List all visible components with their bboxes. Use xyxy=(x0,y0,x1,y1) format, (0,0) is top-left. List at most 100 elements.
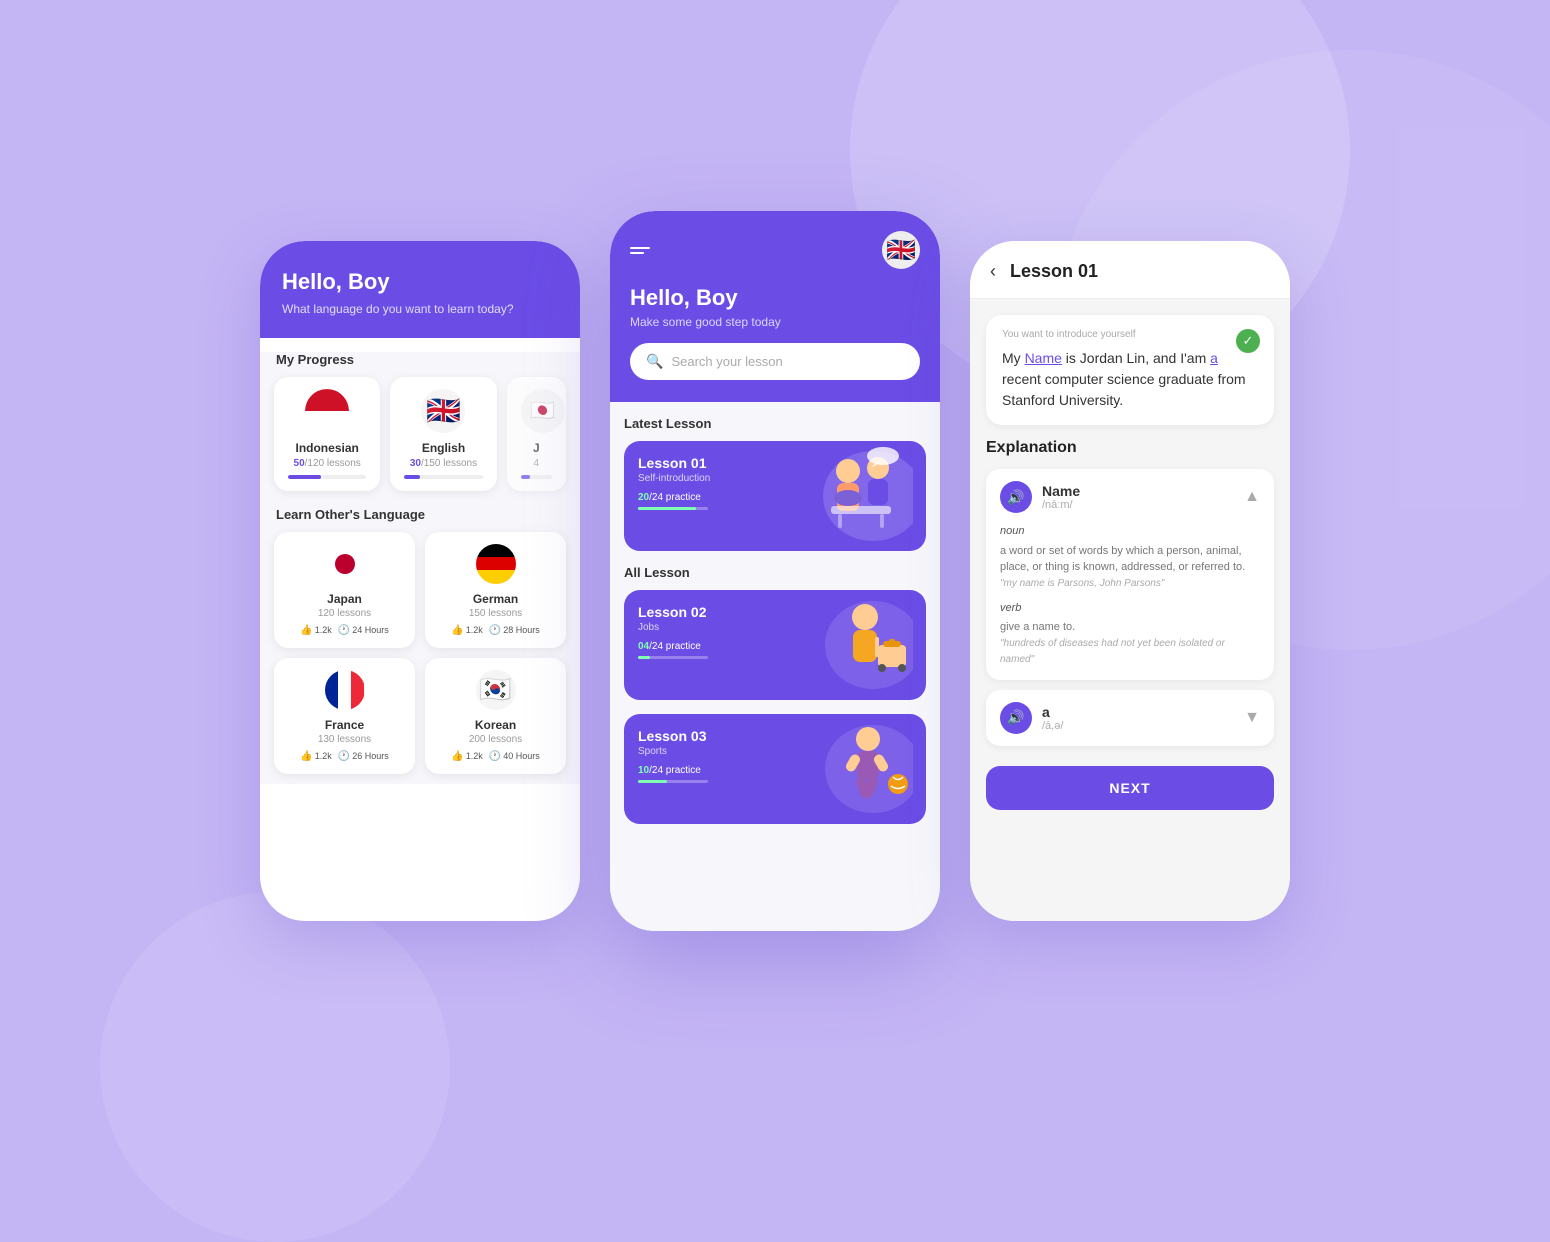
p3-word-name-underline: Name xyxy=(1025,350,1062,366)
p2-lesson1-title: Lesson 01 xyxy=(638,455,710,471)
p3-a-chevron-down[interactable]: ▼ xyxy=(1244,709,1260,727)
p3-word-a-phonetic: /ā,ə/ xyxy=(1042,720,1063,732)
p2-greeting: Hello, Boy xyxy=(630,285,920,311)
p1-partial-flag: 🇯🇵 xyxy=(521,389,565,433)
p2-lesson2-info: Lesson 02 Jobs 04/24 practice xyxy=(638,604,708,659)
p3-speaker-name-icon[interactable]: 🔊 xyxy=(1000,481,1032,513)
bg-decoration-2 xyxy=(100,892,450,1242)
like-icon: 👍 xyxy=(300,625,312,636)
search-icon: 🔍 xyxy=(646,353,663,370)
p1-france-hours: 🕐 26 Hours xyxy=(338,751,389,762)
p1-korean-likes: 👍 1.2k xyxy=(451,751,482,762)
p1-partial-name: J xyxy=(521,441,552,455)
menu-line-1 xyxy=(630,247,650,249)
p1-indonesia-name: Indonesian xyxy=(288,441,366,455)
p3-speaker-a-icon[interactable]: 🔊 xyxy=(1000,702,1032,734)
p1-english-card[interactable]: 🇬🇧 English 30/150 lessons xyxy=(390,377,496,491)
p2-lesson2-title: Lesson 02 xyxy=(638,604,708,620)
p3-word-a-title: a xyxy=(1042,704,1063,720)
p3-word-name-header: 🔊 Name /nāːm/ ▲ xyxy=(1000,481,1260,513)
p2-lesson2-practice: 04/24 practice xyxy=(638,641,708,652)
p1-body: My Progress Indonesian 50/120 lessons xyxy=(260,352,580,784)
p3-sentence-card: You want to introduce yourself My Name i… xyxy=(986,315,1274,425)
p1-uk-flag: 🇬🇧 xyxy=(421,389,465,433)
p3-next-button[interactable]: NEXT xyxy=(986,766,1274,810)
p2-search-bar[interactable]: 🔍 Search your lesson xyxy=(630,343,920,380)
p3-body: ‹ Lesson 01 You want to introduce yourse… xyxy=(970,241,1290,921)
p1-japan-flag xyxy=(325,544,365,584)
phone-3: ‹ Lesson 01 You want to introduce yourse… xyxy=(970,241,1290,921)
speaker-icon-2: 🔊 xyxy=(1007,709,1024,726)
lesson2-svg xyxy=(793,595,913,695)
p2-lesson2-illustration xyxy=(788,590,918,700)
hamburger-icon[interactable] xyxy=(630,247,650,254)
clock-icon-3: 🕐 xyxy=(338,751,350,762)
p1-japan-likes: 👍 1.2k xyxy=(300,625,331,636)
p2-lesson1-progress xyxy=(638,507,708,510)
p1-japan-meta: 👍 1.2k 🕐 24 Hours xyxy=(286,625,403,636)
p3-word-name-title: Name xyxy=(1042,483,1080,499)
p1-german-card[interactable]: German 150 lessons 👍 1.2k 🕐 28 Hours xyxy=(425,532,566,648)
p2-all-title: All Lesson xyxy=(624,565,926,580)
p1-partial-card: 🇯🇵 J 4 xyxy=(507,377,566,491)
p2-lesson1-info: Lesson 01 Self-introduction 20/24 practi… xyxy=(638,455,710,510)
p1-france-lessons: 130 lessons xyxy=(286,734,403,745)
p3-back-button[interactable]: ‹ xyxy=(990,261,996,282)
p2-lesson1-fill xyxy=(638,507,696,510)
p2-lesson3-card[interactable]: Lesson 03 Sports 10/24 practice xyxy=(624,714,926,824)
p2-latest-title: Latest Lesson xyxy=(624,416,926,431)
p3-word-a-card[interactable]: 🔊 a /ā,ə/ ▼ xyxy=(986,690,1274,746)
clock-icon: 🕐 xyxy=(338,625,350,636)
p3-example-verb: "hundreds of diseases had not yet been i… xyxy=(1000,636,1260,668)
p2-lesson3-subtitle: Sports xyxy=(638,746,708,757)
p3-explanation-title: Explanation xyxy=(986,439,1274,457)
p3-pos-verb: verb xyxy=(1000,600,1260,618)
p2-lesson3-progress xyxy=(638,780,708,783)
p2-lesson2-card[interactable]: Lesson 02 Jobs 04/24 practice xyxy=(624,590,926,700)
menu-line-2 xyxy=(630,252,644,254)
p3-check-icon: ✓ xyxy=(1236,329,1260,353)
p1-greeting: Hello, Boy xyxy=(282,269,558,295)
p3-word-a-info: a /ā,ə/ xyxy=(1042,704,1063,732)
p1-english-progress-bar xyxy=(404,475,482,479)
p1-japan-card[interactable]: Japan 120 lessons 👍 1.2k 🕐 24 Hours xyxy=(274,532,415,648)
p1-france-name: France xyxy=(286,718,403,732)
p2-lesson1-practice: 20/24 practice xyxy=(638,492,710,503)
p1-english-progress-fill xyxy=(404,475,420,479)
p3-word-name-definition: noun a word or set of words by which a p… xyxy=(1000,523,1260,668)
phone-2: 🇬🇧 Hello, Boy Make some good step today … xyxy=(610,211,940,931)
p2-body: Latest Lesson Lesson 01 Self-introductio… xyxy=(610,402,940,931)
p1-france-likes: 👍 1.2k xyxy=(300,751,331,762)
p2-search-placeholder: Search your lesson xyxy=(671,354,782,369)
p2-language-flag[interactable]: 🇬🇧 xyxy=(882,231,920,269)
p2-lesson3-illustration xyxy=(788,714,918,824)
p2-lesson1-card[interactable]: Lesson 01 Self-introduction 20/24 practi… xyxy=(624,441,926,551)
p3-def-verb-text: give a name to. xyxy=(1000,619,1260,636)
p3-word-name-info: Name /nāːm/ xyxy=(1042,483,1080,511)
p1-english-lessons: 30/150 lessons xyxy=(404,458,482,469)
p1-subtitle: What language do you want to learn today… xyxy=(282,301,558,318)
p3-example-noun: "my name is Parsons, John Parsons" xyxy=(1000,576,1260,592)
p1-korean-card[interactable]: 🇰🇷 Korean 200 lessons 👍 1.2k 🕐 40 Hou xyxy=(425,658,566,774)
p1-partial-lessons: 4 xyxy=(521,458,552,469)
p2-nav: 🇬🇧 xyxy=(630,231,920,269)
p3-word-name-left: 🔊 Name /nāːm/ xyxy=(1000,481,1080,513)
p1-indonesia-flag xyxy=(305,389,349,433)
p3-header: ‹ Lesson 01 xyxy=(970,241,1290,299)
p1-indonesian-card[interactable]: Indonesian 50/120 lessons xyxy=(274,377,380,491)
p1-others-title: Learn Other's Language xyxy=(276,507,564,522)
p1-korean-meta: 👍 1.2k 🕐 40 Hours xyxy=(437,751,554,762)
p1-partial-bar xyxy=(521,475,552,479)
p3-name-chevron-up[interactable]: ▲ xyxy=(1244,488,1260,506)
p2-lesson2-progress xyxy=(638,656,708,659)
p1-france-card[interactable]: France 130 lessons 👍 1.2k 🕐 26 Hours xyxy=(274,658,415,774)
p1-progress-row: Indonesian 50/120 lessons 🇬🇧 English 30/… xyxy=(260,377,580,491)
p1-german-meta: 👍 1.2k 🕐 28 Hours xyxy=(437,625,554,636)
p1-header: Hello, Boy What language do you want to … xyxy=(260,241,580,338)
p1-progress-title: My Progress xyxy=(276,352,564,367)
p1-japan-hours: 🕐 24 Hours xyxy=(338,625,389,636)
p2-lesson1-illustration xyxy=(788,441,918,551)
speaker-icon: 🔊 xyxy=(1007,489,1024,506)
phones-container: Hello, Boy What language do you want to … xyxy=(260,231,1290,931)
p3-word-name-card[interactable]: 🔊 Name /nāːm/ ▲ noun a word or set of wo… xyxy=(986,469,1274,680)
